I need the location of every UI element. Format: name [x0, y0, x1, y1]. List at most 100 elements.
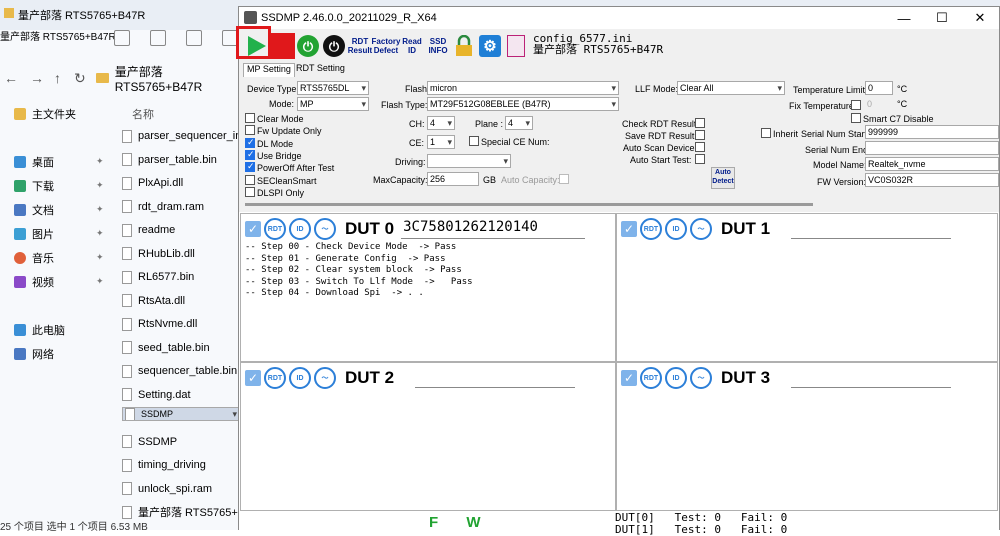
- auto-scan-checkbox[interactable]: [695, 142, 705, 152]
- wave-icon[interactable]: 〜: [314, 367, 336, 389]
- tab-mp-setting[interactable]: MP Setting: [243, 63, 295, 77]
- ch-select[interactable]: 4: [427, 116, 455, 130]
- forward-arrow-icon[interactable]: →: [30, 70, 44, 86]
- file-list-item[interactable]: RHubLib.dll: [122, 243, 240, 265]
- sidebar-item-network[interactable]: 网络: [14, 346, 54, 362]
- sidebar-item-desktop[interactable]: 桌面: [14, 154, 54, 170]
- file-list-item[interactable]: RtsNvme.dll: [122, 313, 240, 335]
- paste-icon[interactable]: [150, 30, 166, 46]
- driving-select[interactable]: [427, 154, 511, 168]
- file-list-item[interactable]: seed_table.bin: [122, 337, 240, 359]
- up-arrow-icon[interactable]: ↑: [54, 70, 61, 86]
- sidebar-item-documents[interactable]: 文档: [14, 202, 54, 218]
- rdt-icon[interactable]: RDT: [264, 218, 286, 240]
- option-checkbox[interactable]: [245, 186, 255, 197]
- column-header-name[interactable]: 名称: [132, 106, 154, 122]
- llf-mode-select[interactable]: Clear All: [677, 81, 785, 95]
- file-list-item[interactable]: parser_table.bin: [122, 149, 240, 171]
- file-list-item[interactable]: Setting.dat: [122, 384, 240, 406]
- back-arrow-icon[interactable]: ←: [4, 70, 18, 86]
- sidebar-item-downloads[interactable]: 下载: [14, 178, 54, 194]
- wave-icon[interactable]: 〜: [314, 218, 336, 240]
- factory-defect-button[interactable]: Factory Defect: [372, 33, 401, 59]
- dut-enable-checkbox[interactable]: ✓: [621, 221, 637, 237]
- lock-button[interactable]: [451, 33, 477, 59]
- ce-select[interactable]: 1: [427, 135, 455, 149]
- auto-capacity-checkbox[interactable]: [559, 174, 569, 184]
- option-checkbox[interactable]: [245, 137, 255, 148]
- read-id-button[interactable]: Read ID: [399, 33, 425, 59]
- smart-c7-checkbox[interactable]: [851, 113, 861, 123]
- id-icon[interactable]: ID: [289, 367, 311, 389]
- inherit-checkbox[interactable]: [761, 128, 771, 138]
- option-checkbox[interactable]: [245, 149, 255, 160]
- power-off-button[interactable]: ⏻: [321, 33, 347, 59]
- option-checkbox[interactable]: [245, 161, 255, 173]
- sidebar-item-home[interactable]: 主文件夹: [14, 106, 76, 122]
- sidebar-item-pictures[interactable]: 图片: [14, 226, 54, 242]
- dut-enable-checkbox[interactable]: ✓: [621, 370, 637, 386]
- option-checkbox[interactable]: [245, 174, 255, 185]
- rdt-icon[interactable]: RDT: [264, 367, 286, 389]
- file-list-item[interactable]: SSDMP: [122, 431, 240, 453]
- file-list-item[interactable]: SSDMP: [122, 407, 240, 421]
- rdt-result-button[interactable]: RDT Result: [347, 33, 373, 59]
- check-rdt-checkbox[interactable]: [695, 118, 705, 128]
- refresh-icon[interactable]: ↻: [74, 70, 86, 87]
- device-type-select[interactable]: RTS5765DL: [297, 81, 369, 95]
- file-list-item[interactable]: RL6577.bin: [122, 266, 240, 288]
- temp-limit-input[interactable]: 0: [865, 81, 893, 95]
- gear-icon: ⚙: [479, 35, 501, 57]
- special-ce-checkbox[interactable]: [469, 136, 479, 146]
- sn-end-input[interactable]: [865, 141, 999, 155]
- file-list-item[interactable]: PlxApi.dll: [122, 172, 240, 194]
- flash-type-select[interactable]: MT29F512G08EBLEE (B47R): [427, 97, 619, 111]
- ssd-info-button[interactable]: SSD INFO: [425, 33, 451, 59]
- fw-version-input[interactable]: VC0S032R: [865, 173, 999, 187]
- auto-start-checkbox[interactable]: [695, 154, 705, 164]
- file-list-item[interactable]: unlock_spi.ram: [122, 478, 240, 500]
- option-checkbox[interactable]: [245, 125, 255, 136]
- dut-enable-checkbox[interactable]: ✓: [245, 370, 261, 386]
- save-rdt-checkbox[interactable]: [695, 130, 705, 140]
- maximize-icon[interactable]: ☐: [923, 7, 961, 29]
- plane-select[interactable]: 4: [505, 116, 533, 130]
- id-icon[interactable]: ID: [665, 367, 687, 389]
- settings-button[interactable]: ⚙: [477, 33, 503, 59]
- mode-select[interactable]: MP: [297, 97, 369, 111]
- wave-icon[interactable]: 〜: [690, 218, 712, 240]
- sidebar-item-this-pc[interactable]: 此电脑: [14, 322, 65, 338]
- pin-icon: ✦: [96, 276, 104, 286]
- sidebar-item-music[interactable]: 音乐: [14, 250, 54, 266]
- address-bar[interactable]: 量产部落 RTS5765+B47R: [96, 65, 241, 94]
- option-checkbox[interactable]: [245, 113, 255, 123]
- sn-start-input[interactable]: 999999: [865, 125, 999, 139]
- flash-select[interactable]: micron: [427, 81, 619, 95]
- wave-icon[interactable]: 〜: [690, 367, 712, 389]
- close-icon[interactable]: ✕: [961, 7, 999, 29]
- max-capacity-input[interactable]: 256: [427, 172, 479, 186]
- minimize-icon[interactable]: —: [885, 7, 923, 29]
- copy-icon[interactable]: [114, 30, 130, 46]
- auto-detect-button[interactable]: Auto Detect: [711, 167, 735, 189]
- sidebar-item-videos[interactable]: 视频: [14, 274, 54, 290]
- rdt-icon[interactable]: RDT: [640, 367, 662, 389]
- file-list-item[interactable]: parser_sequencer_index: [122, 125, 240, 147]
- id-icon[interactable]: ID: [289, 218, 311, 240]
- dut-enable-checkbox[interactable]: ✓: [245, 221, 261, 237]
- file-list-item[interactable]: readme: [122, 219, 240, 241]
- log-button[interactable]: [503, 33, 529, 59]
- file-list-item[interactable]: sequencer_table.bin: [122, 360, 240, 382]
- file-list-item[interactable]: RtsAta.dll: [122, 290, 240, 312]
- id-icon[interactable]: ID: [665, 218, 687, 240]
- rdt-icon[interactable]: RDT: [640, 218, 662, 240]
- fix-temp-checkbox[interactable]: [851, 100, 861, 110]
- tab-rdt-setting[interactable]: RDT Setting: [293, 63, 348, 77]
- rename-icon[interactable]: [186, 30, 202, 46]
- explorer-tab-title[interactable]: 量产部落 RTS5765+B47R: [18, 7, 145, 23]
- model-name-input[interactable]: Realtek_nvme: [865, 157, 999, 171]
- stop-button[interactable]: [269, 33, 295, 59]
- file-list-item[interactable]: timing_driving: [122, 454, 240, 476]
- power-on-button[interactable]: ⏻: [295, 33, 321, 59]
- file-list-item[interactable]: rdt_dram.ram: [122, 196, 240, 218]
